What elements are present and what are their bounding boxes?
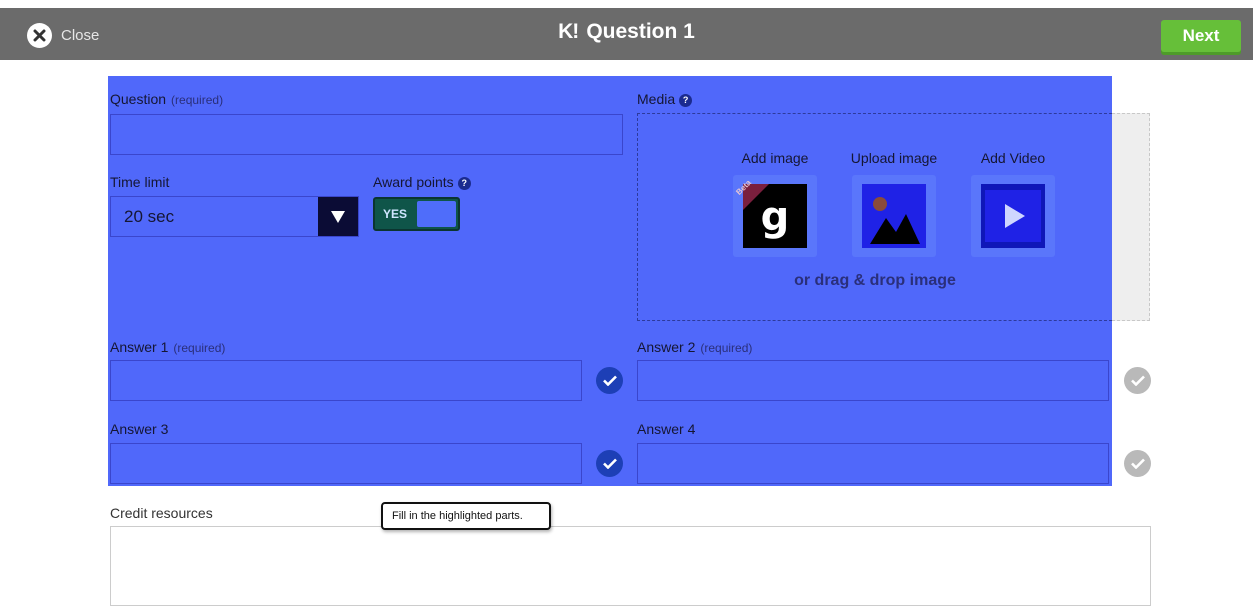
award-points-toggle[interactable]: YES [373,197,460,231]
image-upload-icon [862,184,926,248]
add-image-button[interactable]: g Beta [733,175,817,257]
media-dropzone-extension[interactable] [1112,113,1150,321]
answer-3-input[interactable] [110,443,582,484]
award-points-label-text: Award points [373,174,454,190]
add-video-label: Add Video [980,150,1046,166]
instruction-tooltip: Fill in the highlighted parts. [381,502,551,530]
answer-2-correct-toggle[interactable] [1124,367,1151,394]
add-image-label: Add image [741,150,809,166]
media-label: Media? [637,91,693,107]
video-play-icon [981,184,1045,248]
media-label-text: Media [637,91,676,107]
checkmark-icon [1130,458,1145,469]
add-video-button[interactable] [971,175,1055,257]
question-input[interactable] [110,114,623,155]
required-note: (required) [171,93,224,107]
giphy-g-icon: g [743,184,807,248]
answer-2-label: Answer 2 (required) [637,339,752,355]
answer-2-input[interactable] [637,360,1109,401]
answer-1-label-text: Answer 1 [110,339,169,355]
upload-image-button[interactable] [852,175,936,257]
answer-4-label: Answer 4 [637,421,696,437]
time-limit-select[interactable]: 20 sec [110,196,359,237]
upload-image-label: Upload image [850,150,938,166]
top-bar: Close K! Question 1 Next [0,8,1253,60]
add-video-option[interactable]: Add Video [971,150,1055,257]
question-label: Question (required) [110,91,223,107]
media-dropzone[interactable]: Add image g Beta Upload image Add Video [637,113,1112,321]
time-limit-label: Time limit [110,174,170,190]
required-note: (required) [700,341,753,355]
upload-image-option[interactable]: Upload image [851,150,937,257]
answer-1-correct-toggle[interactable] [596,367,623,394]
question-title: Question 1 [586,20,695,43]
answer-3-correct-toggle[interactable] [596,450,623,477]
answer-1-input[interactable] [110,360,582,401]
credit-resources-label: Credit resources [110,505,213,521]
answer-4-input[interactable] [637,443,1109,484]
drag-drop-text: or drag & drop image [794,272,956,289]
info-icon[interactable]: ? [679,94,693,107]
answer-2-label-text: Answer 2 [637,339,696,355]
toggle-yes-text: YES [383,207,408,221]
chevron-down-icon [318,197,358,236]
time-limit-value: 20 sec [124,207,175,226]
checkmark-icon [602,375,617,386]
info-icon[interactable]: ? [457,177,471,190]
answer-3-label: Answer 3 [110,421,169,437]
required-note: (required) [173,341,226,355]
credit-resources-textarea[interactable] [110,526,1151,606]
award-points-label: Award points? [373,174,471,190]
answer-4-correct-toggle[interactable] [1124,450,1151,477]
add-image-option[interactable]: Add image g Beta [733,150,817,257]
page-title: K! Question 1 [0,20,1253,44]
checkmark-icon [602,458,617,469]
next-button[interactable]: Next [1161,20,1241,52]
kahoot-logo: K! [558,20,579,43]
svg-text:g: g [761,194,790,240]
answer-1-label: Answer 1 (required) [110,339,225,355]
toggle-knob [417,201,456,227]
question-label-text: Question [110,91,167,107]
checkmark-icon [1130,375,1145,386]
